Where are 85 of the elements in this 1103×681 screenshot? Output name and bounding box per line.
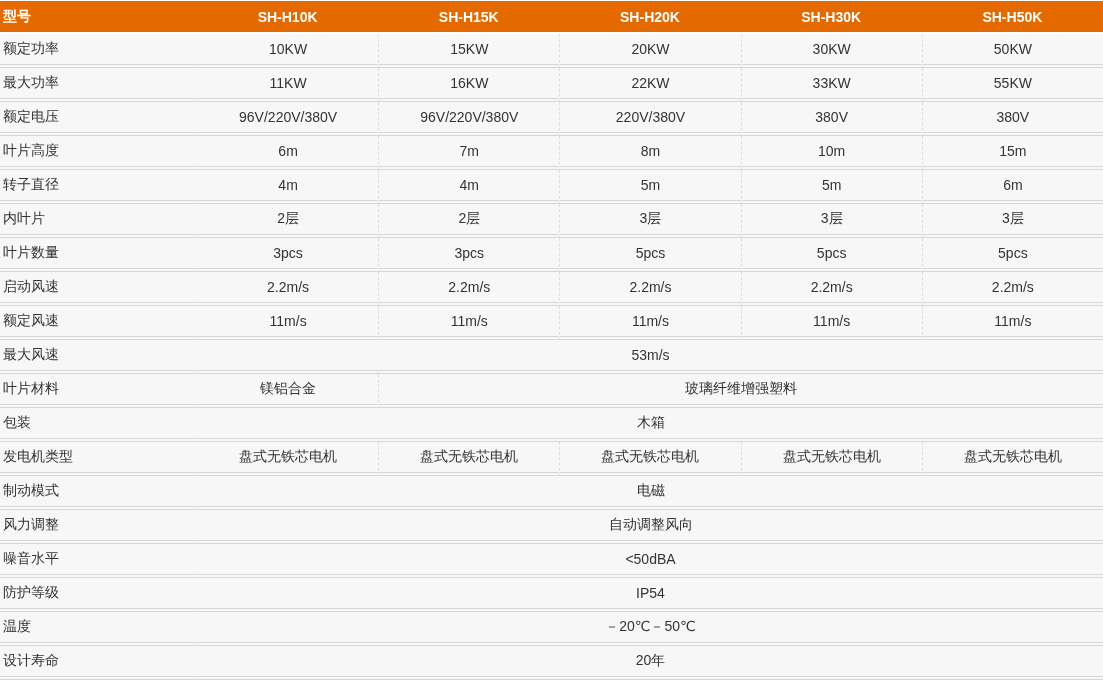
table-cell: －20℃－50℃ xyxy=(197,612,1103,646)
column-header: SH-H20K xyxy=(559,1,741,34)
table-cell: 15KW xyxy=(378,34,560,68)
table-cell: 11m/s xyxy=(197,306,379,340)
table-cell: 电磁 xyxy=(197,476,1103,510)
table-cell: 55KW xyxy=(921,68,1103,102)
table-cell: 15m xyxy=(921,136,1103,170)
table-cell: 2.2m/s xyxy=(559,272,741,306)
table-cell: 53m/s xyxy=(197,340,1103,374)
table-cell: 7m xyxy=(378,136,560,170)
table-cell: 96V/220V/380V xyxy=(197,102,379,136)
table-cell: 20KW xyxy=(559,34,741,68)
table-cell: 盘式无铁芯电机 xyxy=(559,442,741,476)
table-cell: 3层 xyxy=(740,204,922,238)
table-cell: 50KW xyxy=(921,34,1103,68)
table-cell: IP54 xyxy=(197,578,1103,612)
table-cell: 5pcs xyxy=(921,238,1103,272)
row-label: 叶片材料 xyxy=(0,374,197,408)
table-cell: 2.2m/s xyxy=(921,272,1103,306)
row-label: 叶片高度 xyxy=(0,136,197,170)
table-cell: 4m xyxy=(378,170,560,204)
row-label: 风力调整 xyxy=(0,510,197,544)
table-cell: 2层 xyxy=(197,204,379,238)
table-cell: 11m/s xyxy=(740,306,922,340)
table-cell: 380V xyxy=(921,102,1103,136)
table-cell: 盘式无铁芯电机 xyxy=(378,442,560,476)
table-cell: 2.2m/s xyxy=(378,272,560,306)
table-cell: 16KW xyxy=(378,68,560,102)
table-cell: 5pcs xyxy=(559,238,741,272)
table-cell: 6m xyxy=(197,136,379,170)
table-cell: 220V/380V xyxy=(559,102,741,136)
table-cell: 3pcs xyxy=(197,238,379,272)
table-cell: 33KW xyxy=(740,68,922,102)
row-label: 最大功率 xyxy=(0,68,197,102)
row-label: 温度 xyxy=(0,612,197,646)
table-cell: 自动调整风向 xyxy=(197,510,1103,544)
column-header: SH-H15K xyxy=(378,1,560,34)
table-cell: 30KW xyxy=(740,34,922,68)
table-cell: 3层 xyxy=(921,204,1103,238)
column-header: 型号 xyxy=(0,1,197,34)
table-cell: 20年 xyxy=(197,646,1103,680)
table-cell: 盘式无铁芯电机 xyxy=(921,442,1103,476)
row-label: 转子直径 xyxy=(0,170,197,204)
table-cell: 2层 xyxy=(378,204,560,238)
table-cell: 2.2m/s xyxy=(740,272,922,306)
table-cell: 5m xyxy=(740,170,922,204)
column-header: SH-H50K xyxy=(921,1,1103,34)
table-cell: 盘式无铁芯电机 xyxy=(197,442,379,476)
row-label: 叶片数量 xyxy=(0,238,197,272)
table-cell: 11m/s xyxy=(559,306,741,340)
table-cell: 11m/s xyxy=(378,306,560,340)
column-header: SH-H30K xyxy=(740,1,922,34)
row-label: 设计寿命 xyxy=(0,646,197,680)
table-cell: 盘式无铁芯电机 xyxy=(740,442,922,476)
column-header: SH-H10K xyxy=(197,1,379,34)
row-label: 发电机类型 xyxy=(0,442,197,476)
table-cell: 2.2m/s xyxy=(197,272,379,306)
table-cell: 380V xyxy=(740,102,922,136)
table-cell: 11KW xyxy=(197,68,379,102)
table-cell: 96V/220V/380V xyxy=(378,102,560,136)
table-cell: 11m/s xyxy=(921,306,1103,340)
row-label: 防护等级 xyxy=(0,578,197,612)
row-label: 最大风速 xyxy=(0,340,197,374)
row-label: 额定功率 xyxy=(0,34,197,68)
table-cell: 10KW xyxy=(197,34,379,68)
table-cell: 10m xyxy=(740,136,922,170)
table-cell: 6m xyxy=(921,170,1103,204)
row-label: 额定风速 xyxy=(0,306,197,340)
table-cell: 8m xyxy=(559,136,741,170)
table-cell: 4m xyxy=(197,170,379,204)
row-label: 内叶片 xyxy=(0,204,197,238)
table-cell: 5pcs xyxy=(740,238,922,272)
row-label: 制动模式 xyxy=(0,476,197,510)
table-cell: 5m xyxy=(559,170,741,204)
row-label: 额定电压 xyxy=(0,102,197,136)
table-cell: 3层 xyxy=(559,204,741,238)
row-label: 启动风速 xyxy=(0,272,197,306)
row-label: 包装 xyxy=(0,408,197,442)
table-cell: 玻璃纤维增强塑料 xyxy=(378,374,1103,408)
row-label: 噪音水平 xyxy=(0,544,197,578)
table-cell: 木箱 xyxy=(197,408,1103,442)
table-cell: 3pcs xyxy=(378,238,560,272)
table-cell: 22KW xyxy=(559,68,741,102)
table-cell: <50dBA xyxy=(197,544,1103,578)
table-cell: 镁铝合金 xyxy=(197,374,379,408)
